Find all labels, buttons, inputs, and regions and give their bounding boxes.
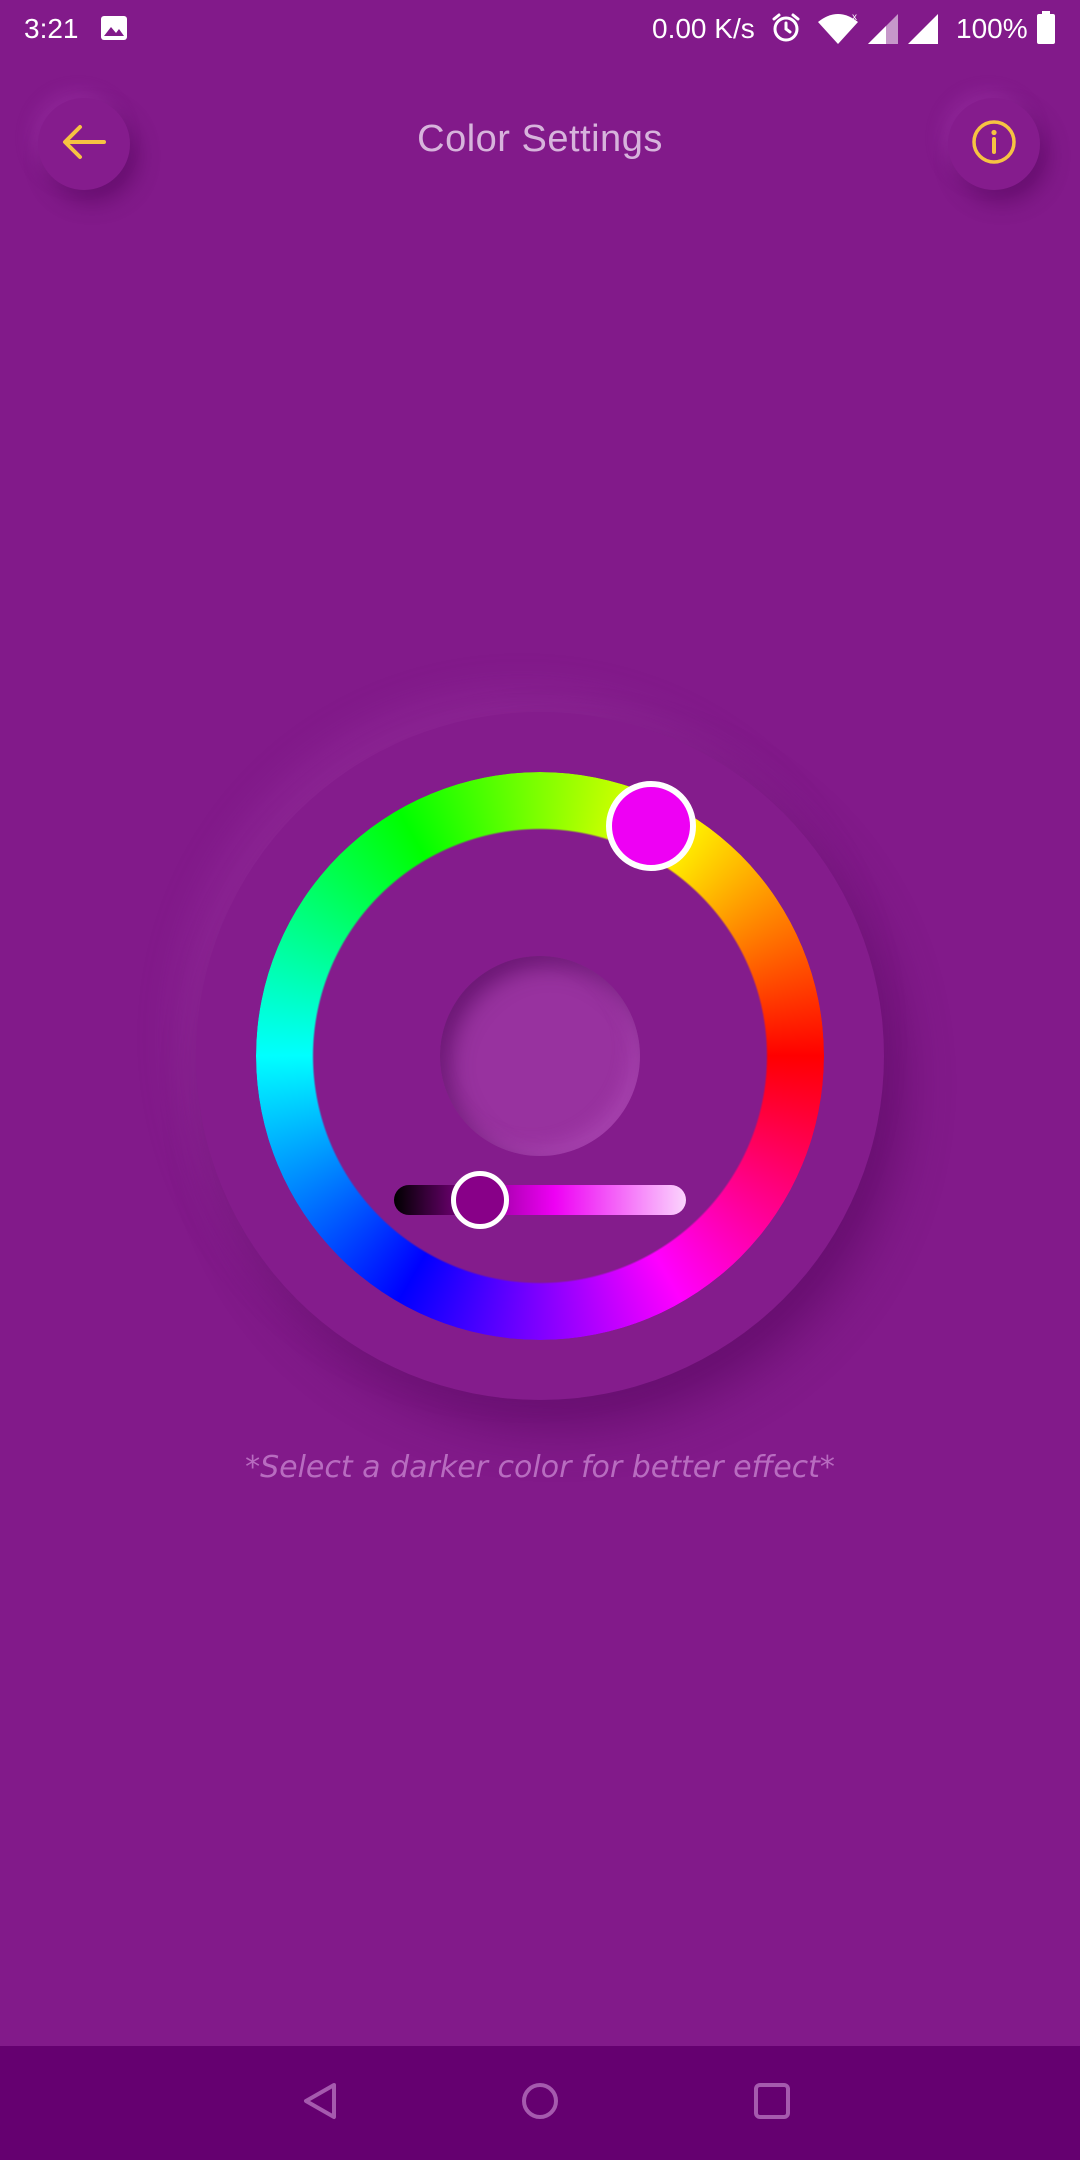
battery-percentage: 100% [956, 13, 1028, 44]
nav-back-button[interactable] [293, 2076, 347, 2130]
nav-home-button[interactable] [513, 2076, 567, 2130]
brightness-slider-handle[interactable] [451, 1171, 509, 1229]
color-settings-screen: 3:21 0.00 K/s x 100% Color Settings *Sel… [0, 0, 1080, 2160]
svg-text:x: x [852, 12, 857, 23]
info-button[interactable] [948, 98, 1040, 190]
nav-recents-button[interactable] [745, 2076, 799, 2130]
home-circle-icon [520, 2081, 560, 2125]
wifi-icon: x [816, 12, 860, 53]
battery-icon [1036, 11, 1056, 52]
info-icon [970, 118, 1018, 170]
status-time: 3:21 [24, 13, 79, 44]
recents-square-icon [752, 2081, 792, 2125]
alarm-icon [770, 12, 802, 51]
page-title: Color Settings [417, 118, 663, 160]
signal-icon-full [906, 12, 940, 53]
signal-icon [866, 12, 900, 53]
system-nav-bar [0, 2046, 1080, 2160]
hint-text: *Select a darker color for better effect… [245, 1450, 835, 1485]
color-preview-swatch [440, 956, 640, 1156]
gallery-icon [100, 14, 128, 49]
brightness-slider-track[interactable] [394, 1185, 686, 1215]
hue-selector-handle[interactable] [606, 781, 696, 871]
status-bar: 3:21 0.00 K/s x 100% [0, 0, 1080, 58]
network-speed: 0.00 K/s [652, 13, 755, 44]
back-triangle-icon [300, 2081, 340, 2125]
